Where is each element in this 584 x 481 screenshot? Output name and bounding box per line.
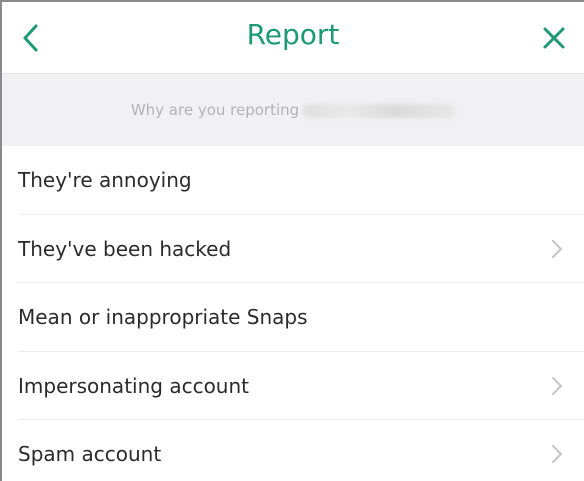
chevron-right-icon xyxy=(550,239,564,259)
chevron-right-icon xyxy=(550,376,564,396)
report-screen: Report Why are you reporting They're ann… xyxy=(0,0,584,481)
option-label: They've been hacked xyxy=(18,236,232,261)
prompt-text: Why are you reporting xyxy=(131,101,456,119)
blurred-username xyxy=(303,103,456,118)
option-label: Impersonating account xyxy=(18,373,249,398)
close-button[interactable] xyxy=(536,20,572,56)
close-icon xyxy=(542,26,566,50)
option-spam[interactable]: Spam account xyxy=(2,420,584,481)
option-hacked[interactable]: They've been hacked xyxy=(2,215,584,283)
option-label: Spam account xyxy=(18,442,162,467)
option-mean-snaps[interactable]: Mean or inappropriate Snaps xyxy=(2,283,584,352)
chevron-right-icon xyxy=(550,444,564,464)
option-label: They're annoying xyxy=(18,168,192,193)
report-options-list: They're annoying They've been hacked Mea… xyxy=(2,146,584,481)
header-bar: Report xyxy=(2,2,584,74)
option-label: Mean or inappropriate Snaps xyxy=(18,305,308,330)
option-impersonating[interactable]: Impersonating account xyxy=(2,352,584,420)
report-prompt: Why are you reporting xyxy=(2,74,584,146)
option-annoying[interactable]: They're annoying xyxy=(2,146,584,215)
page-title: Report xyxy=(246,18,340,51)
